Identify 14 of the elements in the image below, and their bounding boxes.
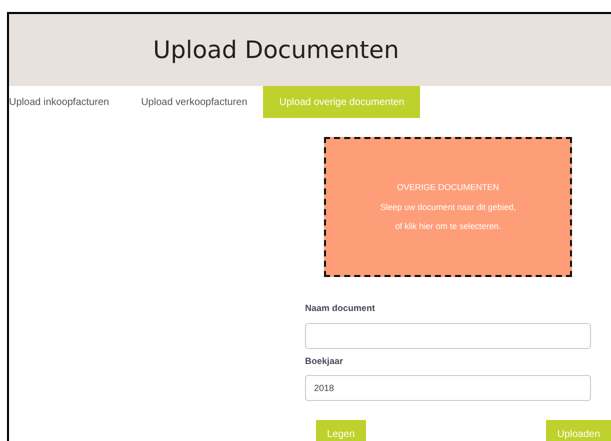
dropzone-hint: Sleep uw document naar dit gebied, (380, 200, 516, 214)
tab[interactable]: Upload inkoopfacturen (9, 86, 126, 118)
input-field[interactable] (305, 322, 591, 348)
tab[interactable]: Upload verkoopfacturen (125, 86, 264, 118)
page-title: Upload Documenten (153, 36, 400, 64)
dropzone-title: OVERIGE DOCUMENTEN (396, 180, 499, 194)
action-button[interactable]: Legen (316, 420, 366, 441)
dropzone-hint: of klik hier om te selecteren. (395, 220, 501, 234)
tab[interactable]: Upload overige documenten (263, 86, 420, 118)
drop-zone[interactable]: OVERIGE DOCUMENTEN Sleep uw document naar dit gebied, of klik hier om te selecteren. (324, 137, 572, 277)
action-button[interactable]: Uploaden (546, 420, 611, 441)
field-label: Boekjaar (305, 354, 344, 368)
field-label: Naam document (305, 302, 376, 315)
input-field[interactable]: 2018 (305, 375, 591, 401)
